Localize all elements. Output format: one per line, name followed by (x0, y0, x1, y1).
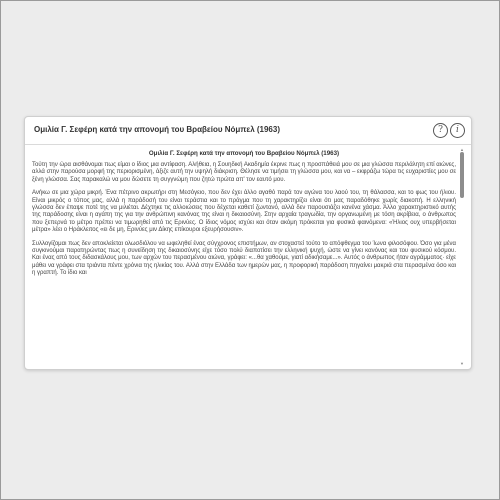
document-content[interactable]: Ομιλία Γ. Σεφέρη κατά την απονομή του Βρ… (32, 148, 456, 366)
scroll-down-icon[interactable]: ▼ (459, 362, 465, 366)
document-dialog: Ομιλία Γ. Σεφέρη κατά την απονομή του Βρ… (24, 116, 472, 370)
document-heading: Ομιλία Γ. Σεφέρη κατά την απονομή του Βρ… (148, 150, 340, 157)
dialog-title: Ομιλία Γ. Σεφέρη κατά την απονομή του Βρ… (34, 125, 280, 134)
scroll-thumb[interactable] (460, 152, 464, 198)
paragraph-1: Τούτη την ώρα αισθάνομαι πως είμαι ο ίδι… (32, 162, 456, 183)
info-icon[interactable]: i (450, 123, 465, 138)
paragraph-3: Συλλογίζομαι πως δεν αποκλείεται ολωσδιό… (32, 240, 456, 277)
dialog-header: Ομιλία Γ. Σεφέρη κατά την απονομή του Βρ… (25, 117, 471, 145)
help-icon[interactable]: ? (433, 123, 448, 138)
paragraph-2: Ανήκω σε μια χώρα μικρή. Ένα πέτρινο ακρ… (32, 190, 456, 234)
vertical-scrollbar[interactable]: ▲ ▼ (459, 148, 465, 366)
